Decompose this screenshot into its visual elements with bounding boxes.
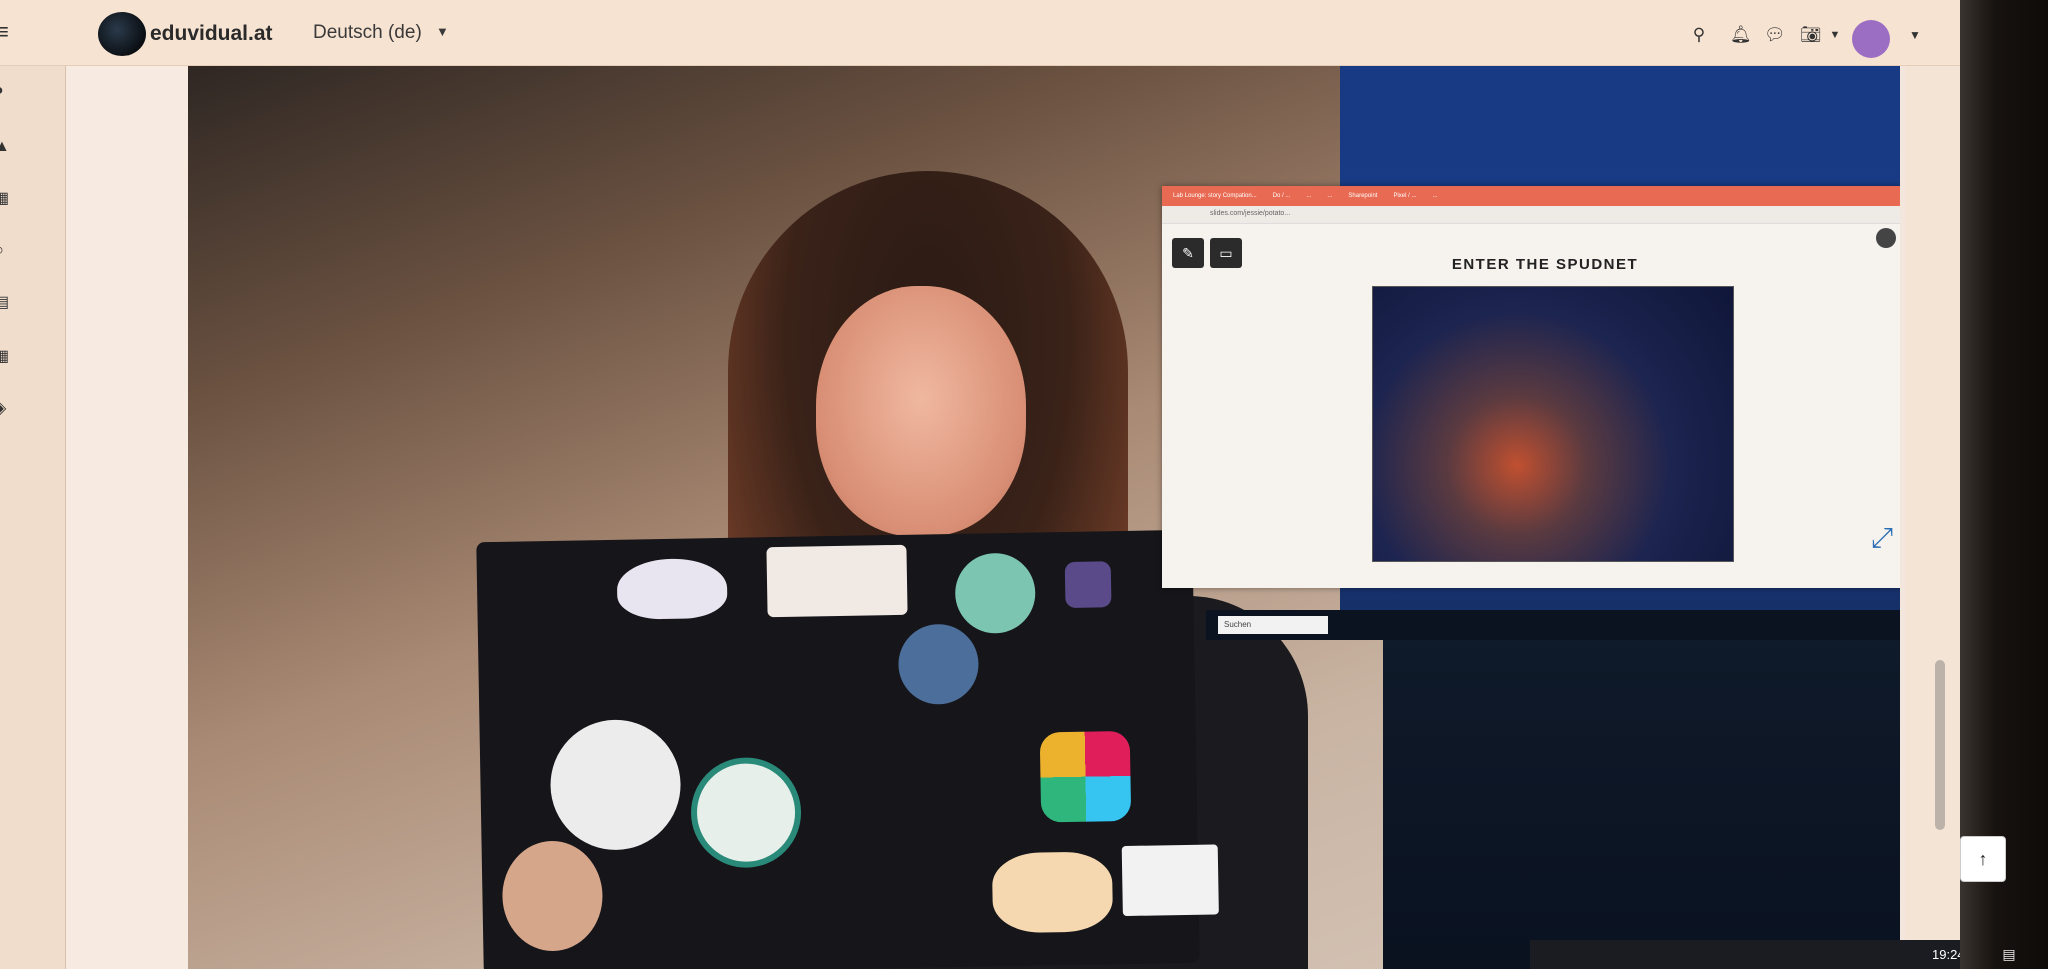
arrow-up-icon[interactable]: ↑: [1960, 836, 2006, 882]
video-stream: Lab Lounge: story Compation... Do / ... …: [188, 66, 1900, 969]
browser-tab[interactable]: Lab Lounge: story Compation...: [1168, 189, 1262, 203]
bell-icon[interactable]: 🔔︎: [1730, 26, 1752, 44]
screen: ≡ eduvidual.at Deutsch (de) ▼ ⚲ 🔔︎ 💬︎ 📷︎…: [0, 0, 1990, 969]
address-bar[interactable]: slides.com/jessie/potato...: [1162, 206, 1900, 224]
browser-tab-strip: Lab Lounge: story Compation... Do / ... …: [1162, 186, 1900, 206]
site-brand[interactable]: eduvidual.at: [150, 22, 273, 46]
sticker: [1121, 844, 1219, 917]
notification-icon[interactable]: ▤: [2000, 945, 2018, 963]
sticker: [897, 623, 980, 705]
chevron-down-icon[interactable]: ▼: [1826, 26, 1844, 44]
avatar[interactable]: [1852, 20, 1890, 58]
home-icon[interactable]: ●: [0, 82, 12, 100]
search-icon[interactable]: ⚲: [1690, 26, 1708, 44]
page-margin-right: [1905, 66, 1960, 969]
slide-image: [1372, 286, 1734, 562]
slide-title: ENTER THE SPUDNET: [1451, 256, 1639, 273]
browser-tab[interactable]: Sharepoint: [1343, 189, 1382, 203]
presenter-face: [816, 286, 1026, 536]
monitor-bezel: [1960, 0, 2048, 969]
sticker: [1039, 730, 1132, 823]
shared-screen-window: Lab Lounge: story Compation... Do / ... …: [1162, 186, 1900, 588]
nav-drawer: ● ▲ ▦ ○ ▤ ▦ ◈: [0, 66, 66, 969]
sticker: [766, 544, 908, 618]
fullscreen-icon[interactable]: ⤢: [1864, 520, 1900, 556]
url-text: slides.com/jessie/potato...: [1210, 210, 1291, 217]
browser-tab[interactable]: ...: [1427, 189, 1442, 203]
badge-icon[interactable]: ◈: [0, 400, 12, 418]
shared-taskbar: Suchen: [1206, 610, 1900, 640]
graduation-cap-icon[interactable]: ▲: [0, 138, 12, 156]
site-logo[interactable]: [98, 12, 146, 56]
sticker: [690, 756, 802, 869]
sticker: [991, 851, 1114, 934]
messages-icon[interactable]: 💬︎: [1764, 26, 1786, 44]
sticker: [1064, 561, 1112, 609]
sticker: [616, 557, 728, 620]
grid-icon[interactable]: ▦: [0, 348, 12, 366]
sticker: [549, 718, 682, 852]
browser-tab[interactable]: Do / ...: [1268, 189, 1296, 203]
chevron-down-icon[interactable]: ▼: [1909, 28, 1921, 42]
chevron-down-icon[interactable]: ▼: [436, 24, 449, 39]
browser-tab[interactable]: ...: [1301, 189, 1316, 203]
language-selector[interactable]: Deutsch (de): [313, 22, 422, 44]
scrollbar[interactable]: [1935, 660, 1945, 830]
circle-icon[interactable]: ○: [0, 242, 12, 260]
os-taskbar: [1530, 940, 1960, 969]
calendar-icon[interactable]: ▦: [0, 190, 12, 208]
taskbar-search[interactable]: Suchen: [1218, 616, 1328, 634]
browser-tab[interactable]: Pixel / ...: [1388, 189, 1421, 203]
sticker: [954, 552, 1036, 634]
desktop-background: [1383, 626, 1900, 969]
menu-icon[interactable]: ≡: [0, 21, 12, 43]
laptop-with-stickers: [476, 529, 1219, 969]
browser-tab[interactable]: ...: [1322, 189, 1337, 203]
menu-icon[interactable]: [1876, 228, 1896, 248]
camera-icon[interactable]: 📷︎: [1800, 26, 1822, 44]
file-icon[interactable]: ▤: [0, 294, 12, 312]
top-navbar: ≡ eduvidual.at Deutsch (de) ▼ ⚲ 🔔︎ 💬︎ 📷︎…: [0, 0, 1960, 66]
page-margin: [66, 66, 190, 969]
sticker: [501, 840, 604, 952]
